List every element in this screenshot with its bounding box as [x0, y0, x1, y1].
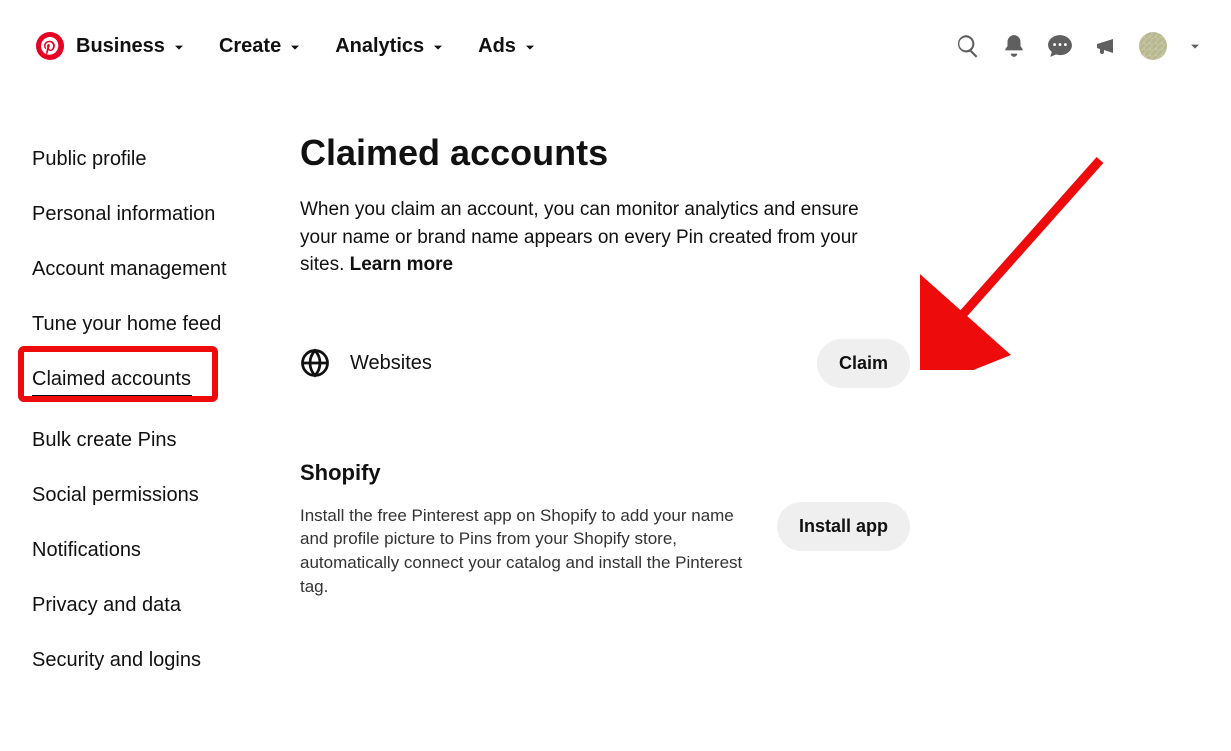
pinterest-logo[interactable]	[36, 32, 64, 60]
active-underline	[32, 395, 192, 397]
sidebar-item-label: Claimed accounts	[32, 368, 191, 390]
sidebar-item-privacy-data[interactable]: Privacy and data	[32, 578, 181, 633]
page-title: Claimed accounts	[300, 132, 1160, 174]
chevron-down-icon	[287, 39, 301, 53]
sidebar-item-account-management[interactable]: Account management	[32, 242, 227, 297]
chat-icon[interactable]	[1047, 33, 1073, 59]
shopify-description: Install the free Pinterest app on Shopif…	[300, 504, 757, 599]
avatar[interactable]	[1139, 32, 1167, 60]
websites-section: Websites Claim	[300, 339, 910, 388]
sidebar-item-bulk-create-pins[interactable]: Bulk create Pins	[32, 413, 177, 468]
header-nav: Business Create Analytics Ads	[76, 35, 536, 58]
nav-business[interactable]: Business	[76, 35, 185, 58]
install-app-button[interactable]: Install app	[777, 502, 910, 551]
sidebar-item-claimed-accounts[interactable]: Claimed accounts	[32, 352, 192, 413]
chevron-down-icon	[171, 39, 185, 53]
content: Public profile Personal information Acco…	[0, 70, 1231, 688]
sidebar-item-public-profile[interactable]: Public profile	[32, 132, 147, 187]
sidebar-item-tune-home-feed[interactable]: Tune your home feed	[32, 297, 221, 352]
nav-analytics-label: Analytics	[335, 35, 424, 58]
main: Claimed accounts When you claim an accou…	[300, 132, 1200, 688]
account-chevron-icon[interactable]	[1187, 38, 1203, 54]
shopify-section: Shopify Install the free Pinterest app o…	[300, 460, 910, 599]
learn-more-link[interactable]: Learn more	[350, 254, 453, 275]
shopify-text: Shopify Install the free Pinterest app o…	[300, 460, 757, 599]
sidebar-item-notifications[interactable]: Notifications	[32, 523, 141, 578]
shopify-title: Shopify	[300, 460, 757, 486]
nav-ads-label: Ads	[478, 35, 516, 58]
claim-button[interactable]: Claim	[817, 339, 910, 388]
search-icon[interactable]	[955, 33, 981, 59]
nav-ads[interactable]: Ads	[478, 35, 536, 58]
nav-analytics[interactable]: Analytics	[335, 35, 444, 58]
header: Business Create Analytics Ads	[0, 0, 1231, 70]
bell-icon[interactable]	[1001, 33, 1027, 59]
megaphone-icon[interactable]	[1093, 33, 1119, 59]
nav-create[interactable]: Create	[219, 35, 301, 58]
sidebar: Public profile Personal information Acco…	[0, 132, 300, 688]
chevron-down-icon	[430, 39, 444, 53]
websites-label: Websites	[350, 352, 817, 375]
chevron-down-icon	[522, 39, 536, 53]
sidebar-item-security-logins[interactable]: Security and logins	[32, 633, 201, 688]
sidebar-item-social-permissions[interactable]: Social permissions	[32, 468, 199, 523]
globe-icon	[300, 348, 330, 378]
header-right	[955, 32, 1203, 60]
nav-create-label: Create	[219, 35, 281, 58]
page-description: When you claim an account, you can monit…	[300, 196, 900, 279]
sidebar-item-personal-information[interactable]: Personal information	[32, 187, 215, 242]
nav-business-label: Business	[76, 35, 165, 58]
